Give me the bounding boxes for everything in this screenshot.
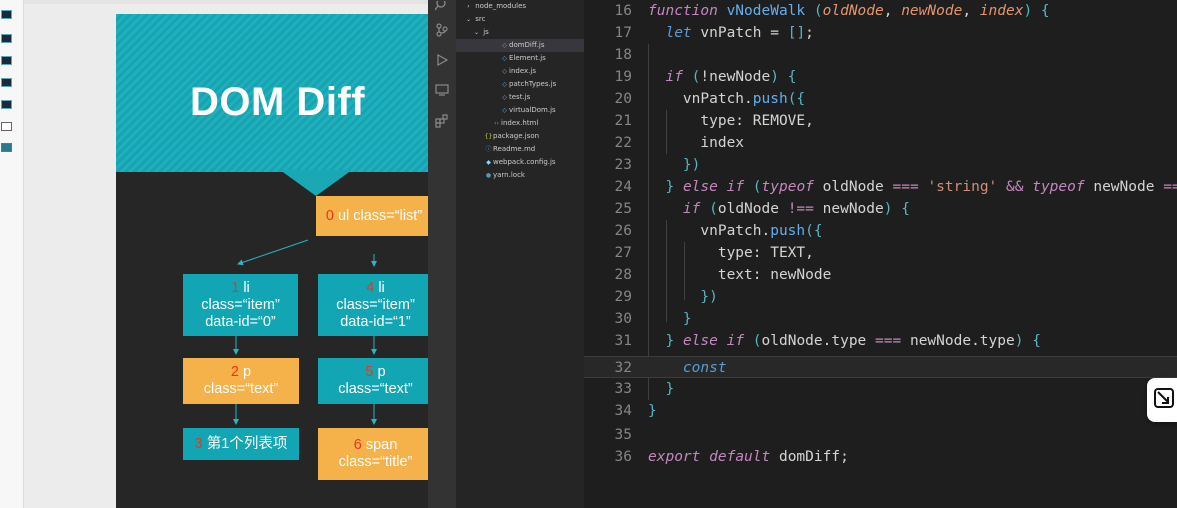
code-text: } [682, 311, 692, 327]
slide-thumbnail[interactable] [1, 34, 12, 43]
code-line: 17 let vnPatch = []; [584, 22, 1177, 44]
tree-file-virtualdom[interactable]: ◇ virtualDom.js [500, 104, 556, 117]
node-1-li[interactable]: 1 li class=“item” data-id=“0” [183, 274, 298, 336]
code-text: } [665, 381, 675, 397]
chevron-down-icon: ⌄ [465, 16, 472, 23]
file-explorer: › node_modules ⌄ src ⌄ js ◇ domDiff.js ◇ E… [456, 0, 584, 508]
node-4-li[interactable]: 4 li class=“item” data-id=“1” [318, 274, 428, 336]
tree-file-readme[interactable]: ⓘ Readme.md [484, 143, 535, 156]
js-file-icon: ◇ [502, 68, 507, 75]
js-file-icon: ◇ [502, 107, 507, 114]
tree-file-package-json[interactable]: {}package.json [484, 130, 539, 143]
exit-fullscreen-icon [1154, 388, 1174, 408]
code-line: 25 if (oldNode !== newNode) { [584, 198, 1177, 220]
code-text: }) [700, 289, 718, 305]
chevron-right-icon: › [467, 3, 470, 10]
json-file-icon: {} [484, 133, 493, 140]
webpack-file-icon: ◆ [486, 159, 491, 166]
search-icon[interactable] [434, 0, 449, 14]
code-line: 27 type: TEXT, [584, 242, 1177, 264]
code-line: 23 }) [584, 154, 1177, 176]
code-line: 24 } else if (typeof oldNode === 'string… [584, 176, 1177, 198]
code-line-current: 32 const [584, 356, 1177, 378]
node-5-p[interactable]: 5 p class=“text” [318, 358, 428, 404]
exit-fullscreen-button[interactable] [1147, 378, 1177, 422]
code-line: 34} [584, 400, 1177, 422]
html-file-icon: ‹› [494, 120, 499, 127]
tree-folder-src[interactable]: ⌄ src [464, 13, 485, 26]
code-line: 31 } else if (oldNode.type === newNode.t… [584, 330, 1177, 352]
slide-thumbnail[interactable] [1, 56, 12, 65]
tree-file-domdiff[interactable]: ◇ domDiff.js [456, 39, 584, 52]
slide-thumbnail-selected[interactable] [1, 143, 12, 152]
js-file-icon: ◇ [502, 94, 507, 101]
code-line: 29 }) [584, 286, 1177, 308]
code-line: 19 if (!newNode) { [584, 66, 1177, 88]
code-text: } else if (oldNode.type === newNode.type… [665, 333, 1041, 349]
node-3-text[interactable]: 3 第1个列表项 [183, 428, 299, 460]
slide-thumbnail[interactable] [1, 122, 12, 131]
code-text: if (!newNode) { [665, 69, 797, 85]
code-text: type: REMOVE, [648, 113, 814, 129]
extensions-icon[interactable] [435, 114, 449, 128]
code-line: 30 } [584, 308, 1177, 330]
js-file-icon: ◇ [502, 42, 507, 49]
toolbar-edge [24, 0, 428, 4]
code-text: export default domDiff; [648, 449, 849, 465]
code-text: text: newNode [648, 267, 832, 283]
slide[interactable]: DOM Diff 0 ul class=“list” 1 li class=“i… [116, 14, 428, 508]
remote-explorer-icon[interactable] [435, 83, 449, 97]
tree-file-index-html[interactable]: ‹› index.html [492, 117, 538, 130]
code-line: 36 export default domDiff; [584, 446, 1177, 468]
code-editor-window: › node_modules ⌄ src ⌄ js ◇ domDiff.js ◇ E… [428, 0, 1177, 508]
slide-thumbnail[interactable] [1, 100, 12, 109]
tree-folder-node-modules[interactable]: › node_modules [464, 0, 526, 13]
chevron-down-icon: ⌄ [473, 29, 480, 36]
tree-file-index-js[interactable]: ◇ index.js [500, 65, 536, 78]
code-text: if (oldNode !== newNode) { [682, 201, 910, 217]
slide-thumbnail[interactable] [1, 78, 12, 87]
tree-file-webpack-config[interactable]: ◆ webpack.config.js [484, 156, 555, 169]
yarn-file-icon: ● [485, 172, 492, 179]
code-line: 33 } [584, 378, 1177, 400]
node-2-p[interactable]: 2 p class=“text” [183, 358, 299, 404]
js-file-icon: ◇ [502, 81, 507, 88]
code-line: 18 [614, 47, 632, 63]
source-control-icon[interactable] [435, 23, 449, 37]
code-text: const [682, 360, 727, 376]
code-line: 22 index [584, 132, 1177, 154]
slide-application: DOM Diff 0 ul class=“list” 1 li class=“i… [0, 0, 428, 508]
code-line: 20 vnPatch.push({ [584, 88, 1177, 110]
node-6-span[interactable]: 6 span class=“title” [318, 428, 428, 480]
arrow-0-to-1 [237, 239, 309, 266]
code-text: } else if (typeof oldNode === 'string' &… [665, 179, 1177, 195]
code-line: 26 vnPatch.push({ [584, 220, 1177, 242]
node-0-ul[interactable]: 0 ul class=“list” [316, 196, 428, 236]
tree-folder-js[interactable]: ⌄ js [472, 26, 489, 39]
code-text: function vNodeWalk (oldNode, newNode, in… [648, 3, 1050, 19]
code-text: vnPatch.push({ [648, 91, 806, 107]
tree-file-test[interactable]: ◇ test.js [500, 91, 530, 104]
run-debug-icon[interactable] [435, 53, 449, 67]
code-text: vnPatch.push({ [648, 223, 823, 239]
code-text: }) [682, 157, 701, 173]
tree-file-yarn-lock[interactable]: ● yarn.lock [484, 169, 525, 182]
code-text: } [648, 403, 657, 419]
slide-thumbnail-strip[interactable] [0, 0, 24, 508]
code-line: 28 text: newNode [584, 264, 1177, 286]
js-file-icon: ◇ [502, 55, 507, 62]
slide-thumbnail[interactable] [1, 10, 12, 19]
code-editor[interactable]: 16 function vNodeWalk (oldNode, newNode, … [584, 0, 1177, 508]
code-text: index [648, 135, 745, 151]
tree-file-element[interactable]: ◇ Element.js [500, 52, 546, 65]
tree-file-patchtypes[interactable]: ◇ patchTypes.js [500, 78, 556, 91]
info-file-icon: ⓘ [485, 146, 492, 153]
code-text: type: TEXT, [648, 245, 814, 261]
code-line: 16 function vNodeWalk (oldNode, newNode, … [584, 0, 1177, 22]
activity-bar [428, 0, 456, 508]
code-text: let vnPatch = []; [665, 25, 814, 41]
code-line: 21 type: REMOVE, [584, 110, 1177, 132]
code-line: 35 [614, 427, 632, 443]
